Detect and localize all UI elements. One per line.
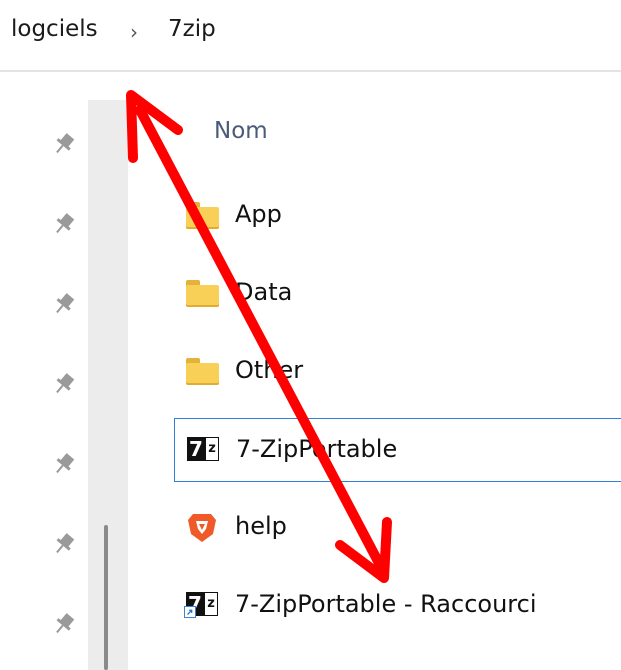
7zip-logo-7: 7 bbox=[187, 437, 205, 461]
file-name: 7-ZipPortable bbox=[236, 435, 398, 463]
file-row-other[interactable]: Other bbox=[174, 340, 621, 404]
file-name: App bbox=[235, 200, 282, 228]
pin-icon[interactable] bbox=[50, 450, 78, 478]
file-name: Data bbox=[235, 278, 293, 306]
7zip-shortcut-icon: 7 z bbox=[184, 588, 220, 622]
file-row-help[interactable]: help bbox=[174, 496, 621, 560]
file-row-7zipportable-shortcut[interactable]: 7 z 7-ZipPortable - Raccourci bbox=[174, 574, 621, 638]
file-name: 7-ZipPortable - Raccourci bbox=[235, 590, 537, 618]
file-row-app[interactable]: App bbox=[174, 184, 621, 248]
nav-pane-scrollbar[interactable] bbox=[104, 525, 108, 670]
shortcut-arrow-icon bbox=[184, 606, 196, 618]
column-header-name[interactable]: Nom bbox=[214, 118, 268, 144]
7zip-app-icon: 7 z bbox=[185, 433, 221, 467]
navigation-pane bbox=[0, 74, 88, 670]
7zip-logo-z: z bbox=[204, 592, 218, 616]
pin-icon[interactable] bbox=[50, 370, 78, 398]
breadcrumb-chevron-icon[interactable]: › bbox=[130, 20, 138, 44]
file-name: Other bbox=[235, 356, 304, 384]
pin-icon[interactable] bbox=[50, 290, 78, 318]
pin-icon[interactable] bbox=[50, 130, 78, 158]
file-row-data[interactable]: Data bbox=[174, 262, 621, 326]
breadcrumb-item-7zip[interactable]: 7zip bbox=[168, 16, 216, 42]
address-breadcrumb-bar: logciels › 7zip bbox=[0, 0, 621, 72]
file-name: help bbox=[235, 512, 287, 540]
folder-icon bbox=[184, 276, 220, 310]
navigation-pane-divider bbox=[88, 100, 128, 670]
breadcrumb-item-logciels[interactable]: logciels bbox=[11, 16, 98, 42]
7zip-logo-z: z bbox=[205, 437, 219, 461]
annotation-arrowhead-top bbox=[126, 90, 183, 163]
pin-icon[interactable] bbox=[50, 210, 78, 238]
folder-icon bbox=[184, 198, 220, 232]
file-row-7zipportable[interactable]: 7 z 7-ZipPortable bbox=[174, 418, 621, 482]
folder-icon bbox=[184, 354, 220, 388]
brave-browser-icon bbox=[188, 514, 216, 542]
pin-icon[interactable] bbox=[50, 610, 78, 638]
pin-icon[interactable] bbox=[50, 530, 78, 558]
